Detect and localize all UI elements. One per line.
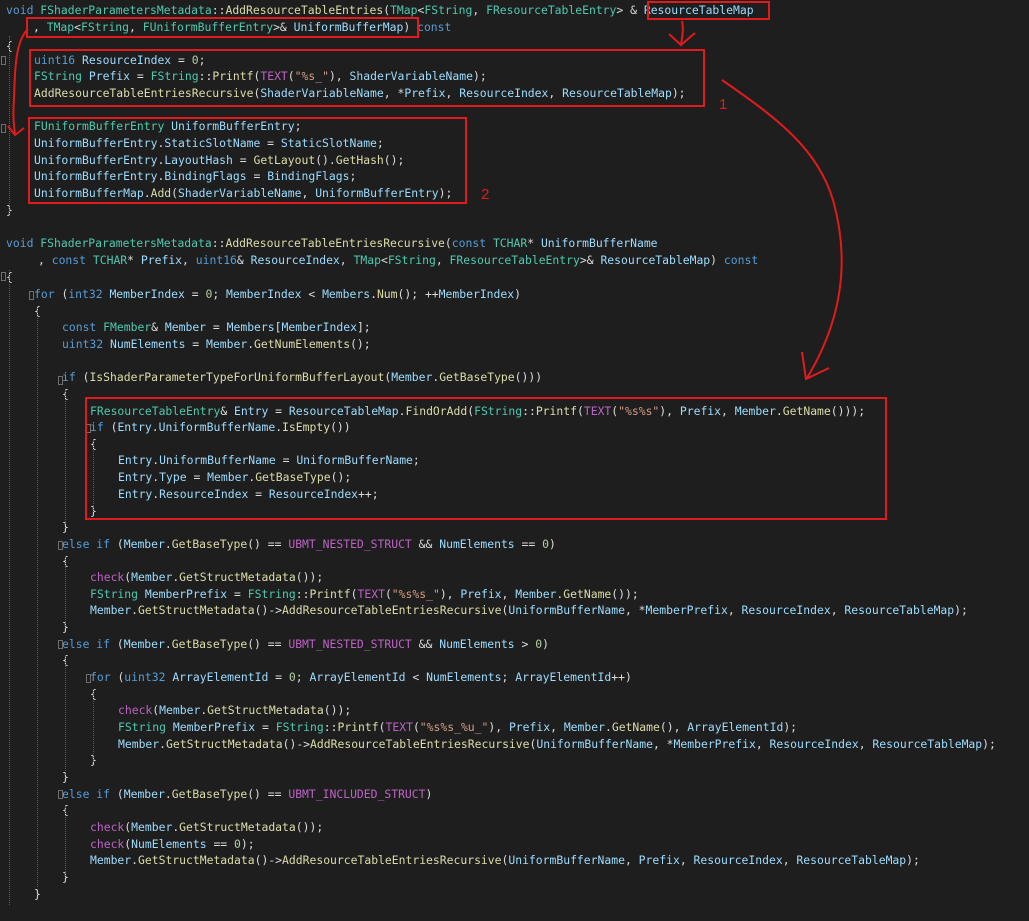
arrow-to-find-or-add: [721, 79, 843, 379]
code-editor[interactable]: void FShaderParametersMetadata::AddResou…: [0, 0, 1029, 921]
arrow-head-left: [7, 125, 25, 137]
arrow-to-box-2: [12, 28, 29, 134]
arrow-head-curve: [801, 351, 830, 381]
arrow-down-to-box-1: [680, 20, 684, 45]
annotation-arrows: [7, 20, 843, 381]
